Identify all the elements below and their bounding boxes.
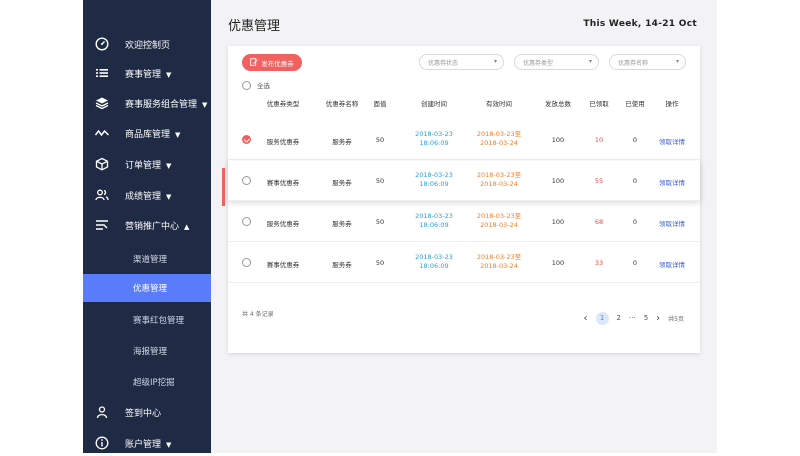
sidebar-item-events[interactable]: 赛事管理 ▼ [83,60,211,86]
sidebar-item-label: 商品库管理 ▼ [125,129,181,140]
table-row: 服务优惠券 服务券 50 2018-03-23 18:06:09 2018-03-… [228,120,700,160]
row-checkbox[interactable] [242,135,251,144]
sidebar-subitem-posters[interactable]: 海报管理 [83,337,211,365]
column-header: 面值 [373,100,387,108]
chevron-down-icon: ▾ [675,58,679,65]
coupon-type-select[interactable]: 优惠券类型 ▾ [514,54,599,70]
row-highlight-marker [222,168,225,206]
sidebar-subitem-coupons[interactable]: 优惠管理 [83,274,211,302]
column-header: 优惠券名称 [325,100,359,108]
page-button-current[interactable]: 1 [595,311,609,325]
coupon-card: 发布优惠券 优惠券状态 ▾ 优惠券类型 ▾ 优惠券名称 ▾ 全选 优惠券类型 优… [228,46,700,353]
sidebar-item-orders[interactable]: 订单管理 ▼ [83,151,211,177]
pulse-icon [94,125,110,141]
page-title: 优惠管理 [228,19,281,34]
column-header: 操作 [665,100,679,108]
column-header: 发放总数 [545,100,571,108]
select-all-checkbox[interactable]: 全选 [242,80,270,90]
column-header: 已使用 [625,100,645,108]
publish-coupon-label: 发布优惠券 [261,59,294,68]
sidebar-item-label: 营销推广中心 ▲ [125,221,190,232]
sidebar-item-checkin[interactable]: 签到中心 [83,399,211,425]
claim-details-link[interactable]: 领取详情 [659,136,685,146]
sidebar-item-account[interactable]: 账户管理 ▼ [83,430,211,456]
column-header: 优惠券类型 [266,100,300,108]
sidebar: 欢迎控制页 赛事管理 ▼ 赛事服务组合管理 ▼ 商品库管理 ▼ 订单管理 ▼ 成… [83,0,211,453]
row-checkbox[interactable] [242,217,251,226]
table-row: 赛事优惠券 服务券 50 2018-03-23 18:06:09 2018-03-… [228,243,700,283]
list-icon [94,65,110,81]
chevron-down-icon: ▾ [588,58,592,65]
column-header: 有效时间 [486,100,512,108]
checkbox-icon [242,80,251,90]
sidebar-item-label: 账户管理 ▼ [125,439,172,450]
sidebar-item-marketing-center[interactable]: 营销推广中心 ▲ [83,212,211,238]
chevron-left-icon[interactable]: ‹ [584,313,588,324]
sidebar-item-label: 成绩管理 ▼ [125,191,172,202]
sidebar-item-label: 签到中心 [125,408,162,419]
app-window: 欢迎控制页 赛事管理 ▼ 赛事服务组合管理 ▼ 商品库管理 ▼ 订单管理 ▼ 成… [0,0,800,453]
pagination: ‹ 1 2 ··· 5 › 共5页 [584,311,684,325]
column-header: 已领取 [589,100,609,108]
record-count: 共 4 条记录 [242,311,274,318]
claim-details-link[interactable]: 领取详情 [659,218,685,228]
edit-icon [250,57,258,68]
users-icon [94,187,110,203]
sidebar-item-product-library[interactable]: 商品库管理 ▼ [83,120,211,146]
chevron-right-icon[interactable]: › [656,313,660,324]
sidebar-item-service-combos[interactable]: 赛事服务组合管理 ▼ [83,90,211,116]
sidebar-item-label: 订单管理 ▼ [125,160,172,171]
coupon-status-select[interactable]: 优惠券状态 ▾ [419,54,504,70]
table-row: 赛事优惠券 服务券 50 2018-03-23 18:06:09 2018-03-… [228,161,700,201]
dashboard-icon [94,36,110,52]
main-content: 优惠管理 This Week, 14-21 Oct 发布优惠券 优惠券状态 ▾ … [211,0,717,453]
person-icon [94,404,110,420]
claim-details-link[interactable]: 领取详情 [659,259,685,269]
page-button[interactable]: 2 [617,314,621,322]
sidebar-item-label: 赛事服务组合管理 ▼ [125,99,208,110]
table-row: 服务优惠券 服务券 50 2018-03-23 18:06:09 2018-03-… [228,202,700,242]
page-ellipsis[interactable]: ··· [629,314,636,322]
sidebar-item-label: 赛事管理 ▼ [125,69,172,80]
sidebar-subitem-red-packets[interactable]: 赛事红包管理 [83,306,211,334]
sidebar-item-dashboard[interactable]: 欢迎控制页 [83,31,211,57]
sidebar-item-label: 欢迎控制页 [125,40,171,51]
publish-coupon-button[interactable]: 发布优惠券 [242,54,302,71]
box-icon [94,156,110,172]
row-checkbox[interactable] [242,176,251,185]
layers-icon [94,95,110,111]
page-button[interactable]: 5 [644,314,648,322]
sidebar-subitem-super-ip[interactable]: 超级IP挖掘 [83,368,211,396]
sidebar-item-results[interactable]: 成绩管理 ▼ [83,182,211,208]
info-icon [94,435,110,451]
marketing-icon [94,217,110,233]
chevron-down-icon: ▾ [493,58,497,65]
sidebar-subitem-channels[interactable]: 渠道管理 [83,245,211,273]
total-pages: 共5页 [668,315,684,323]
claim-details-link[interactable]: 领取详情 [659,177,685,187]
column-header: 创建时间 [421,100,447,108]
row-checkbox[interactable] [242,258,251,267]
table-header: 优惠券类型 优惠券名称 面值 创建时间 有效时间 发放总数 已领取 已使用 操作 [228,98,700,112]
week-range: This Week, 14-21 Oct [583,19,697,29]
coupon-name-select[interactable]: 优惠券名称 ▾ [609,54,686,70]
